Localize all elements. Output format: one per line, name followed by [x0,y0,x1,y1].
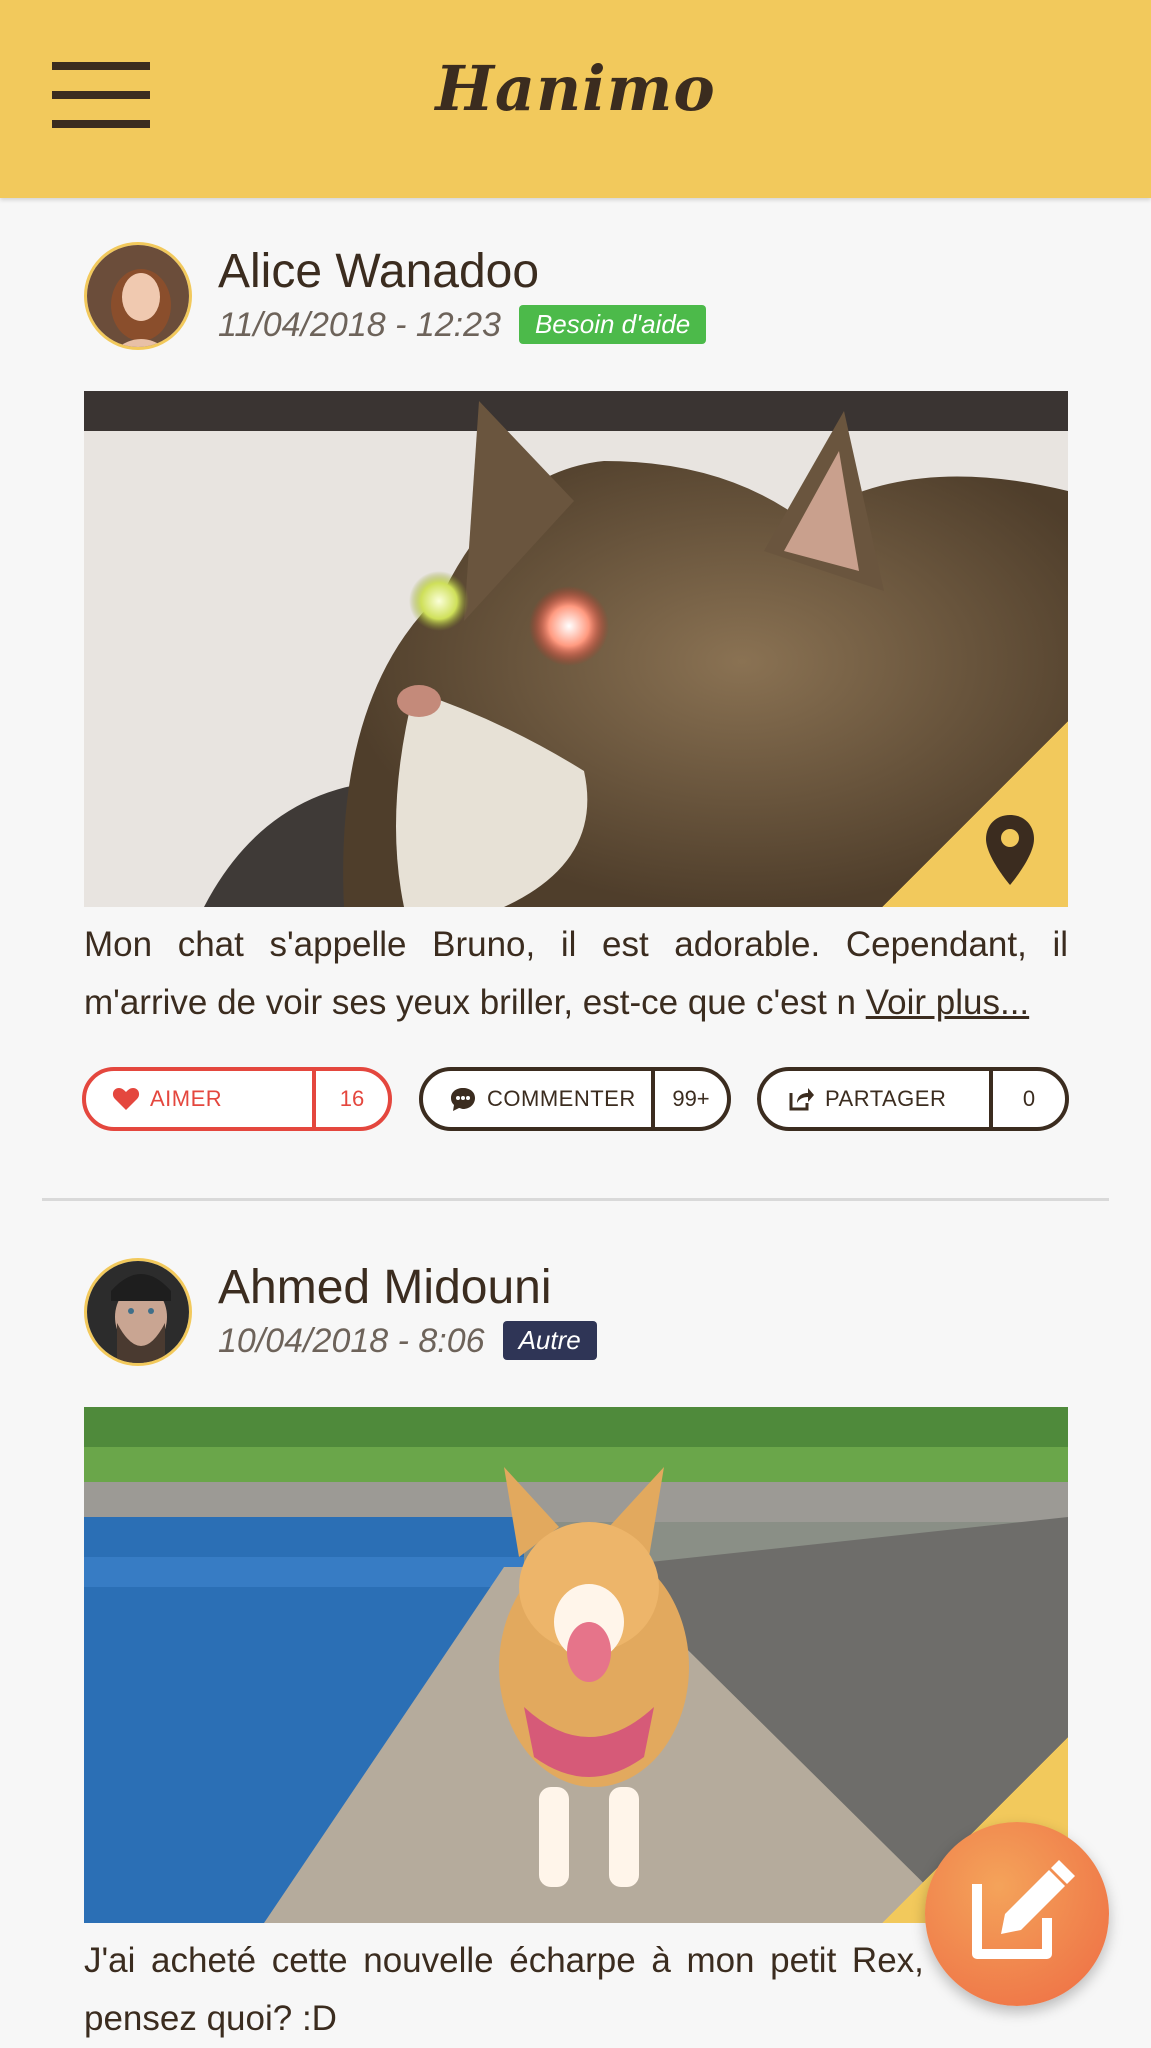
like-button[interactable]: AIMER 16 [82,1067,392,1131]
share-icon [789,1088,814,1111]
author-name[interactable]: Alice Wanadoo [218,244,539,299]
new-post-button[interactable] [925,1822,1109,2006]
comment-button[interactable]: COMMENTER 99+ [419,1067,731,1131]
status-badge: Besoin d'aide [518,304,707,344]
post-date: 11/04/2018 - 12:23 [218,306,501,344]
like-label: AIMER [150,1086,223,1111]
see-more-link[interactable]: Voir plus... [866,983,1029,1022]
post-date: 10/04/2018 - 8:06 [218,1322,485,1360]
post-body: J'ai acheté cette nouvelle écharpe à mon… [84,1941,1068,2038]
post-meta: 10/04/2018 - 8:06 Autre [218,1320,597,1363]
avatar[interactable] [84,242,192,350]
share-button[interactable]: PARTAGER 0 [757,1067,1069,1131]
avatar[interactable] [84,1258,192,1366]
like-count: 16 [312,1071,388,1127]
edit-icon [972,1860,1075,1959]
heart-icon [112,1088,140,1110]
status-badge: Autre [502,1320,597,1360]
location-corner[interactable] [882,721,1068,907]
share-label: PARTAGER [825,1086,947,1111]
post-image[interactable] [84,1407,1068,1923]
app-title: Hanimo [435,52,716,125]
comment-count: 99+ [651,1071,727,1127]
comment-icon [451,1088,475,1111]
comment-label: COMMENTER [487,1086,636,1111]
map-pin-icon [986,815,1034,885]
post-meta: 11/04/2018 - 12:23 Besoin d'aide [218,304,707,347]
post-text: J'ai acheté cette nouvelle écharpe à mon… [84,1932,1068,2048]
author-name[interactable]: Ahmed Midouni [218,1260,552,1315]
app-header: Hanimo [0,0,1151,198]
post-divider [42,1198,1109,1201]
share-count: 0 [989,1071,1065,1127]
post-image[interactable] [84,391,1068,907]
post-text: Mon chat s'appelle Bruno, il est adorabl… [84,916,1068,1032]
